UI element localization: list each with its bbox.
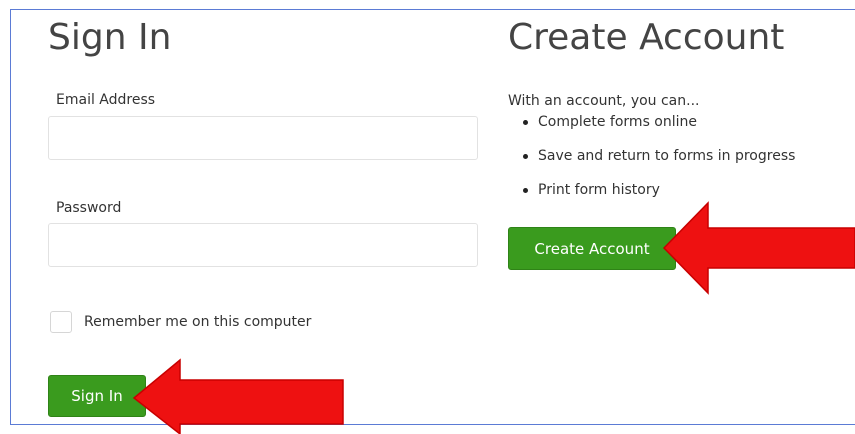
- create-account-intro: With an account, you can...: [508, 93, 700, 109]
- sign-in-title: Sign In: [48, 17, 172, 58]
- remember-me-checkbox[interactable]: [50, 311, 72, 333]
- create-account-button[interactable]: Create Account: [508, 227, 676, 270]
- create-account-arrow-icon: [662, 201, 855, 295]
- remember-me-label[interactable]: Remember me on this computer: [84, 314, 311, 330]
- sign-in-arrow-icon: [132, 358, 344, 434]
- benefit-text: Print form history: [538, 182, 660, 198]
- bullet-icon: [523, 120, 528, 125]
- password-field[interactable]: [48, 223, 478, 267]
- create-account-title: Create Account: [508, 17, 785, 58]
- password-label: Password: [56, 200, 122, 216]
- email-field[interactable]: [48, 116, 478, 160]
- benefit-text: Complete forms online: [538, 114, 698, 130]
- benefit-text: Save and return to forms in progress: [538, 148, 796, 164]
- bullet-icon: [523, 154, 528, 159]
- benefit-item: Save and return to forms in progress: [508, 148, 795, 182]
- email-label: Email Address: [56, 92, 156, 108]
- benefit-item: Complete forms online: [508, 114, 795, 148]
- bullet-icon: [523, 188, 528, 193]
